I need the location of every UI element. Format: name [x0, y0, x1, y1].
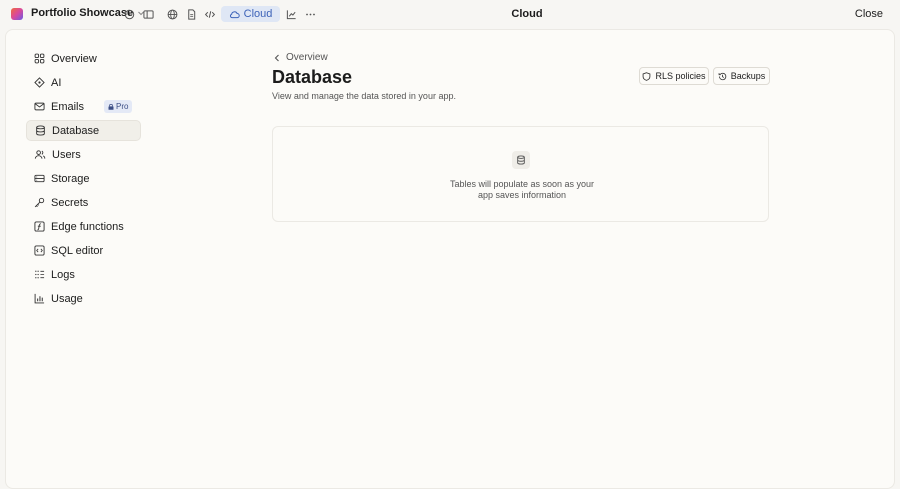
sidebar-item-label: Logs — [51, 268, 75, 281]
sidebar-item-label: Storage — [51, 172, 90, 185]
sidebar-item-label: Edge functions — [51, 220, 124, 233]
backups-label: Backups — [730, 71, 766, 81]
grid-icon — [34, 53, 45, 64]
sidebar-item-label: Emails — [51, 100, 85, 113]
sidebar-item-overview[interactable]: Overview — [26, 48, 141, 69]
chevron-left-icon — [274, 54, 279, 61]
sidebar-item-label: AI — [51, 76, 62, 89]
rls-policies-button[interactable]: RLS policies — [639, 67, 709, 85]
page-header-title: Cloud — [511, 8, 543, 20]
page-subtitle: View and manage the data stored in your … — [272, 91, 456, 101]
lock-icon — [108, 103, 114, 110]
pro-badge: Pro — [104, 100, 133, 113]
users-icon — [34, 150, 46, 159]
storage-icon — [34, 174, 45, 183]
sidebar-item-label: Usage — [51, 292, 83, 305]
cloud-panel: Overview AI Emails Pro Database Users St… — [5, 29, 895, 489]
sidebar-item-secrets[interactable]: Secrets — [26, 192, 141, 213]
sidebar-item-storage[interactable]: Storage — [26, 168, 141, 189]
sidebar-item-label: SQL editor — [51, 244, 104, 257]
sidebar-item-label: Secrets — [51, 196, 89, 209]
empty-state-message: Tables will populate as soon as your app… — [449, 179, 595, 200]
close-button[interactable]: Close — [855, 8, 883, 20]
mail-icon — [34, 102, 45, 111]
sidebar-item-label: Database — [52, 124, 100, 137]
page-title: Database — [272, 67, 353, 87]
backup-clock-icon — [718, 72, 727, 80]
chart-icon — [34, 293, 45, 304]
function-icon — [34, 221, 45, 232]
pro-badge-label: Pro — [116, 102, 129, 111]
sidebar-item-sql-editor[interactable]: SQL editor — [26, 240, 141, 261]
sidebar-nav: Overview AI Emails Pro Database Users St… — [26, 48, 141, 312]
sidebar-item-database[interactable]: Database — [26, 120, 141, 141]
sidebar-item-label: Users — [52, 148, 81, 161]
top-bar: Portfolio Showcase Cloud Cloud Close — [0, 0, 900, 28]
sidebar-item-logs[interactable]: Logs — [26, 264, 141, 285]
rls-policies-label: RLS policies — [655, 71, 706, 81]
sidebar-item-emails[interactable]: Emails Pro — [26, 96, 141, 117]
logs-icon — [35, 270, 45, 279]
database-icon — [36, 125, 45, 136]
tables-empty-state: Tables will populate as soon as your app… — [272, 126, 769, 222]
breadcrumb-label: Overview — [286, 52, 328, 63]
key-icon — [34, 197, 45, 208]
sql-code-icon — [34, 245, 45, 256]
database-icon — [512, 151, 530, 169]
sidebar-item-users[interactable]: Users — [26, 144, 141, 165]
sidebar-item-usage[interactable]: Usage — [26, 288, 141, 309]
ai-diamond-icon — [34, 77, 45, 88]
sidebar-item-edge-functions[interactable]: Edge functions — [26, 216, 141, 237]
shield-icon — [643, 71, 651, 81]
sidebar-item-ai[interactable]: AI — [26, 72, 141, 93]
backups-button[interactable]: Backups — [713, 67, 770, 85]
sidebar-item-label: Overview — [51, 52, 97, 65]
breadcrumb-back[interactable]: Overview — [274, 52, 328, 63]
